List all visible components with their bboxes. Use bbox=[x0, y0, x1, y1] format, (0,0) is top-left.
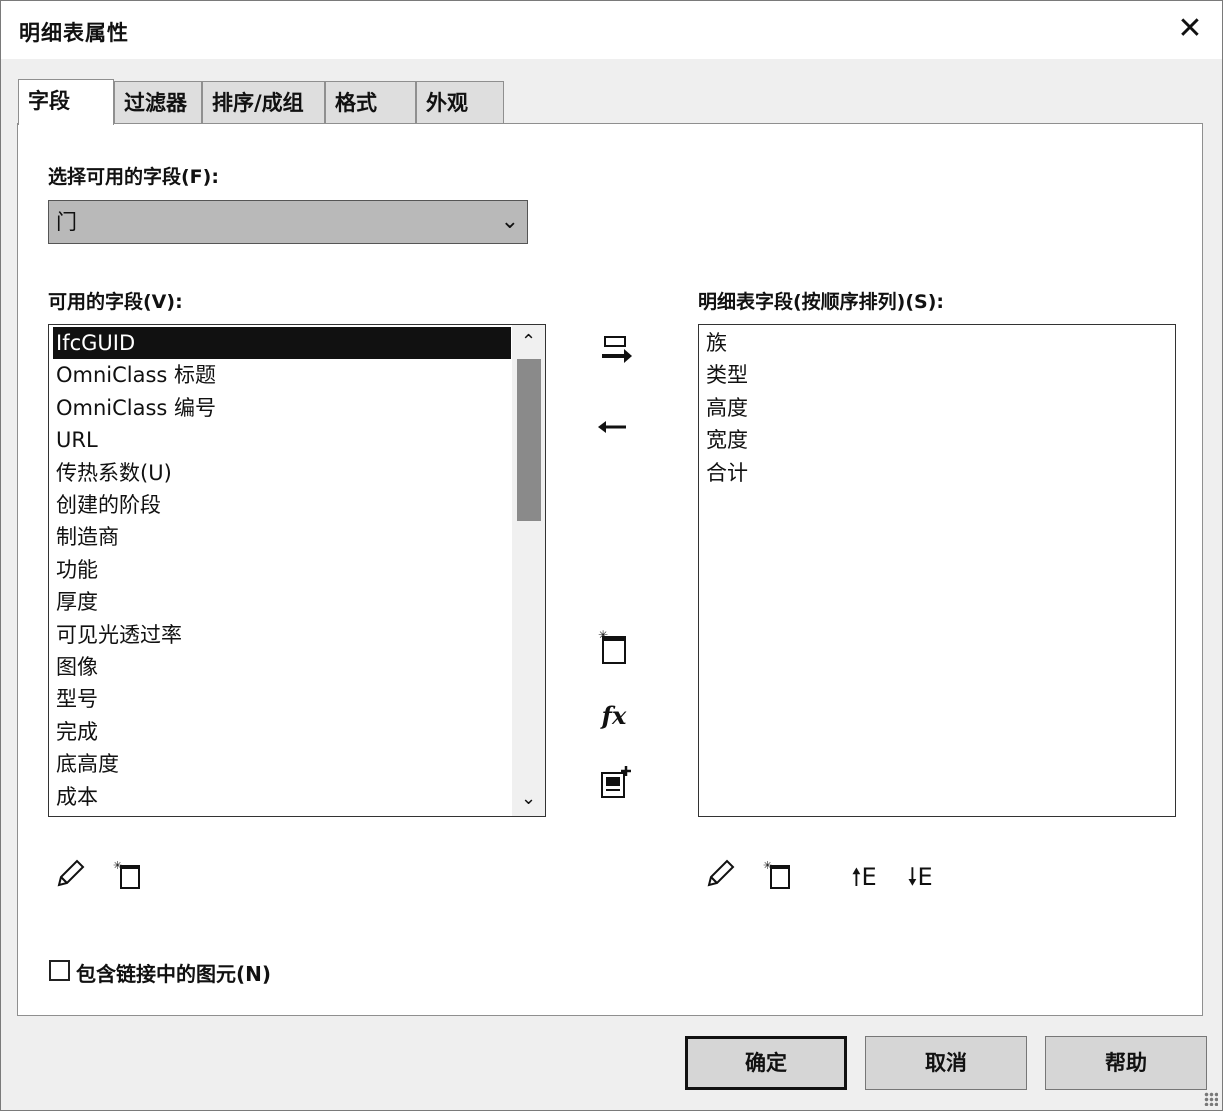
category-select[interactable]: 门 ⌄ bbox=[48, 200, 528, 244]
select-field-label: 选择可用的字段(F): bbox=[48, 166, 219, 188]
available-field-item[interactable]: IfcGUID bbox=[53, 327, 511, 359]
tab-filter[interactable]: 过滤器 bbox=[114, 81, 202, 123]
include-linked-label: 包含链接中的图元(N) bbox=[76, 962, 272, 986]
new-parameter-icon[interactable]: ✳ bbox=[758, 857, 798, 897]
pencil-icon[interactable] bbox=[700, 857, 740, 897]
available-fields-list[interactable]: IfcGUID OmniClass 标题 OmniClass 编号 URL 传热系数(U… bbox=[48, 324, 546, 817]
move-down-icon[interactable]: 🠗E bbox=[900, 857, 940, 897]
available-field-item[interactable]: 图像 bbox=[53, 651, 98, 683]
resize-grip-icon[interactable] bbox=[1204, 1092, 1218, 1106]
available-field-item[interactable]: 厚度 bbox=[53, 586, 98, 618]
combine-parameters-icon[interactable] bbox=[594, 764, 634, 804]
add-parameter-icon[interactable] bbox=[594, 332, 634, 372]
formula-icon[interactable]: fx bbox=[594, 696, 634, 736]
svg-text:✳: ✳ bbox=[763, 859, 772, 872]
available-field-item[interactable]: 创建的阶段 bbox=[53, 489, 161, 521]
available-field-item[interactable]: OmniClass 编号 bbox=[53, 392, 216, 424]
schedule-properties-dialog: 明细表属性 ✕ 字段 过滤器 排序/成组 格式 外观 选择可用的字段(F): 门… bbox=[0, 0, 1223, 1111]
available-fields-scrollbar[interactable]: ⌃ ⌄ bbox=[512, 325, 545, 816]
available-field-item[interactable]: 可见光透过率 bbox=[53, 619, 182, 651]
available-field-item[interactable]: OmniClass 标题 bbox=[53, 359, 216, 391]
available-field-item[interactable]: 功能 bbox=[53, 554, 98, 586]
new-parameter-icon[interactable]: ✳ bbox=[108, 857, 148, 897]
available-field-item[interactable]: 完成 bbox=[53, 716, 98, 748]
available-field-item[interactable]: 型号 bbox=[53, 683, 98, 715]
tab-formatting[interactable]: 格式 bbox=[325, 81, 416, 123]
tab-appearance[interactable]: 外观 bbox=[416, 81, 504, 123]
chevron-down-icon: ⌄ bbox=[500, 209, 519, 234]
tab-fields[interactable]: 字段 bbox=[18, 79, 114, 125]
scroll-down-icon[interactable]: ⌄ bbox=[512, 782, 545, 816]
remove-parameter-icon[interactable] bbox=[592, 409, 632, 449]
scheduled-field-item[interactable]: 合计 bbox=[703, 457, 748, 489]
scheduled-fields-label: 明细表字段(按顺序排列)(S): bbox=[698, 291, 945, 313]
available-fields-label: 可用的字段(V): bbox=[48, 291, 183, 313]
available-field-item[interactable]: URL bbox=[53, 424, 98, 456]
available-field-item[interactable]: 成本 bbox=[53, 781, 98, 813]
category-select-value: 门 bbox=[56, 210, 77, 234]
move-up-icon[interactable]: 🠕E bbox=[844, 857, 884, 897]
scheduled-field-item[interactable]: 高度 bbox=[703, 392, 748, 424]
svg-text:✳: ✳ bbox=[598, 629, 608, 642]
scheduled-field-item[interactable]: 类型 bbox=[703, 359, 748, 391]
scrollbar-thumb[interactable] bbox=[517, 359, 541, 521]
scheduled-field-item[interactable]: 族 bbox=[703, 327, 727, 359]
available-field-item[interactable]: 制造商 bbox=[53, 521, 119, 553]
scheduled-field-item[interactable]: 宽度 bbox=[703, 424, 748, 456]
pencil-icon[interactable] bbox=[50, 857, 90, 897]
tab-sorting-grouping[interactable]: 排序/成组 bbox=[202, 81, 325, 123]
cancel-button[interactable]: 取消 bbox=[865, 1036, 1027, 1090]
fields-panel: 选择可用的字段(F): 门 ⌄ 可用的字段(V): IfcGUID OmniCla… bbox=[17, 123, 1203, 1016]
close-icon[interactable]: ✕ bbox=[1168, 7, 1212, 51]
include-linked-checkbox[interactable] bbox=[49, 960, 70, 981]
window-title: 明细表属性 bbox=[19, 21, 129, 45]
scheduled-fields-list[interactable]: 族类型 高度 宽度 合计 bbox=[698, 324, 1176, 817]
available-field-item[interactable]: 底高度 bbox=[53, 748, 119, 780]
help-button[interactable]: 帮助 bbox=[1045, 1036, 1207, 1090]
ok-button[interactable]: 确定 bbox=[685, 1036, 847, 1090]
new-parameter-icon[interactable]: ✳ bbox=[594, 628, 634, 669]
title-bar: 明细表属性 ✕ bbox=[1, 1, 1222, 59]
scroll-up-icon[interactable]: ⌃ bbox=[512, 325, 545, 359]
svg-text:✳: ✳ bbox=[113, 859, 122, 872]
available-field-item[interactable]: 传热系数(U) bbox=[53, 457, 172, 489]
